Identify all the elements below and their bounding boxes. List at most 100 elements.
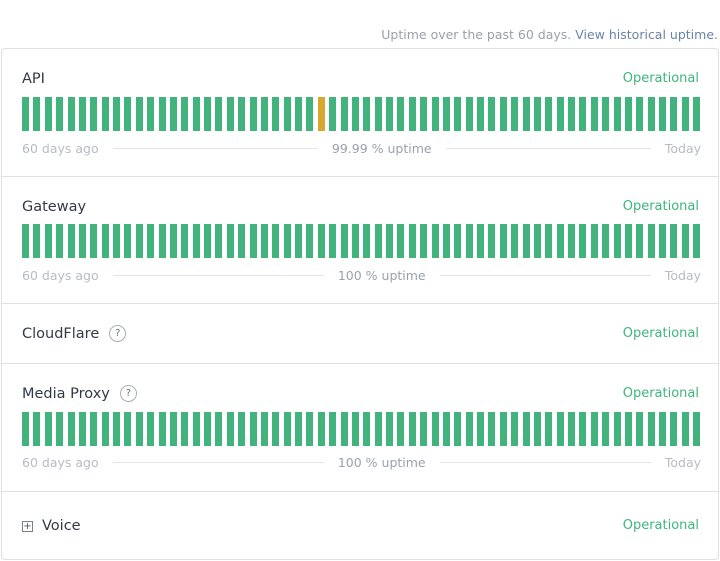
- uptime-day-bar[interactable]: [147, 97, 155, 131]
- uptime-day-bar[interactable]: [124, 224, 132, 258]
- uptime-day-bar[interactable]: [351, 97, 359, 131]
- uptime-day-bar[interactable]: [545, 97, 553, 131]
- uptime-day-bar[interactable]: [420, 97, 428, 131]
- uptime-day-bar[interactable]: [442, 412, 450, 446]
- uptime-day-bar[interactable]: [397, 412, 405, 446]
- uptime-day-bar[interactable]: [295, 224, 302, 258]
- uptime-day-bar[interactable]: [647, 224, 655, 258]
- uptime-day-bar[interactable]: [33, 412, 41, 446]
- uptime-day-bar[interactable]: [158, 97, 166, 131]
- uptime-day-bar[interactable]: [44, 97, 52, 131]
- uptime-day-bar[interactable]: [454, 412, 462, 446]
- uptime-day-bar[interactable]: [192, 224, 200, 258]
- uptime-day-bar[interactable]: [181, 224, 189, 258]
- uptime-day-bar[interactable]: [568, 97, 575, 131]
- uptime-day-bar[interactable]: [579, 224, 587, 258]
- uptime-day-bar[interactable]: [693, 224, 701, 258]
- uptime-day-bar[interactable]: [226, 224, 234, 258]
- question-circle-icon[interactable]: ?: [119, 385, 137, 402]
- uptime-day-bar[interactable]: [556, 224, 564, 258]
- uptime-day-bar[interactable]: [124, 412, 132, 446]
- uptime-day-bar[interactable]: [135, 97, 143, 131]
- uptime-day-bar[interactable]: [386, 412, 393, 446]
- uptime-day-bar[interactable]: [78, 224, 86, 258]
- uptime-day-bar[interactable]: [374, 224, 382, 258]
- uptime-day-bar[interactable]: [238, 97, 246, 131]
- uptime-day-bar[interactable]: [499, 224, 507, 258]
- uptime-day-bar[interactable]: [135, 224, 143, 258]
- uptime-day-bar[interactable]: [568, 224, 575, 258]
- uptime-day-bar[interactable]: [295, 412, 302, 446]
- uptime-day-bar[interactable]: [465, 412, 473, 446]
- uptime-day-bar[interactable]: [647, 412, 655, 446]
- uptime-day-bar[interactable]: [329, 224, 337, 258]
- uptime-day-bar[interactable]: [283, 412, 291, 446]
- uptime-day-bar[interactable]: [340, 224, 348, 258]
- uptime-day-bar[interactable]: [522, 412, 530, 446]
- uptime-day-bar[interactable]: [659, 412, 666, 446]
- uptime-day-bar[interactable]: [511, 97, 519, 131]
- uptime-day-bar[interactable]: [169, 412, 177, 446]
- uptime-day-bar[interactable]: [579, 97, 587, 131]
- uptime-day-bar[interactable]: [511, 412, 519, 446]
- uptime-day-bar[interactable]: [556, 97, 564, 131]
- uptime-day-bar[interactable]: [340, 97, 348, 131]
- uptime-day-bar[interactable]: [499, 97, 507, 131]
- uptime-day-bar[interactable]: [659, 97, 666, 131]
- uptime-day-bar[interactable]: [613, 224, 621, 258]
- uptime-day-bar[interactable]: [681, 412, 689, 446]
- uptime-day-bar[interactable]: [602, 224, 610, 258]
- uptime-day-bar[interactable]: [431, 224, 439, 258]
- uptime-day-bar[interactable]: [147, 224, 155, 258]
- uptime-day-bar[interactable]: [613, 412, 621, 446]
- uptime-day-bar[interactable]: [113, 224, 120, 258]
- uptime-day-bar[interactable]: [408, 412, 416, 446]
- uptime-day-bar[interactable]: [283, 224, 291, 258]
- uptime-day-bar[interactable]: [124, 97, 132, 131]
- uptime-day-bar[interactable]: [499, 412, 507, 446]
- uptime-day-bar[interactable]: [363, 412, 371, 446]
- uptime-day-bar[interactable]: [181, 97, 189, 131]
- uptime-day-bar[interactable]: [101, 412, 109, 446]
- uptime-day-bar[interactable]: [169, 224, 177, 258]
- uptime-day-bar[interactable]: [590, 412, 598, 446]
- uptime-day-bar[interactable]: [204, 412, 211, 446]
- uptime-day-bar[interactable]: [215, 97, 223, 131]
- uptime-day-bar[interactable]: [272, 224, 280, 258]
- uptime-day-bar[interactable]: [283, 97, 291, 131]
- uptime-day-bar[interactable]: [511, 224, 519, 258]
- uptime-day-bar[interactable]: [477, 97, 484, 131]
- uptime-day-bar[interactable]: [420, 412, 428, 446]
- uptime-day-bar[interactable]: [44, 224, 52, 258]
- uptime-day-bar[interactable]: [545, 224, 553, 258]
- uptime-day-bar[interactable]: [374, 412, 382, 446]
- uptime-day-bar[interactable]: [22, 412, 29, 446]
- uptime-day-bar[interactable]: [249, 97, 257, 131]
- uptime-day-bar[interactable]: [579, 412, 587, 446]
- uptime-day-bar[interactable]: [113, 412, 120, 446]
- view-historical-uptime-link[interactable]: View historical uptime.: [575, 27, 718, 42]
- uptime-day-bar[interactable]: [533, 224, 541, 258]
- uptime-day-bar[interactable]: [135, 412, 143, 446]
- uptime-day-bar[interactable]: [329, 97, 337, 131]
- uptime-day-bar[interactable]: [306, 412, 314, 446]
- uptime-day-bar[interactable]: [431, 97, 439, 131]
- uptime-day-bar[interactable]: [431, 412, 439, 446]
- uptime-day-bar[interactable]: [659, 224, 666, 258]
- uptime-day-bar[interactable]: [22, 224, 29, 258]
- uptime-day-bar[interactable]: [670, 224, 678, 258]
- uptime-day-bar[interactable]: [681, 97, 689, 131]
- uptime-day-bar[interactable]: [670, 412, 678, 446]
- uptime-day-bar[interactable]: [590, 97, 598, 131]
- component-name[interactable]: Voice: [42, 518, 81, 534]
- uptime-day-bar[interactable]: [33, 224, 41, 258]
- plus-square-icon[interactable]: +: [22, 520, 33, 532]
- uptime-day-bar[interactable]: [636, 224, 644, 258]
- uptime-day-bar[interactable]: [158, 412, 166, 446]
- uptime-day-bar[interactable]: [465, 97, 473, 131]
- uptime-day-bar[interactable]: [226, 412, 234, 446]
- uptime-day-bar[interactable]: [204, 97, 211, 131]
- question-circle-icon[interactable]: ?: [109, 325, 127, 342]
- uptime-day-bar[interactable]: [533, 412, 541, 446]
- uptime-day-bar[interactable]: [169, 97, 177, 131]
